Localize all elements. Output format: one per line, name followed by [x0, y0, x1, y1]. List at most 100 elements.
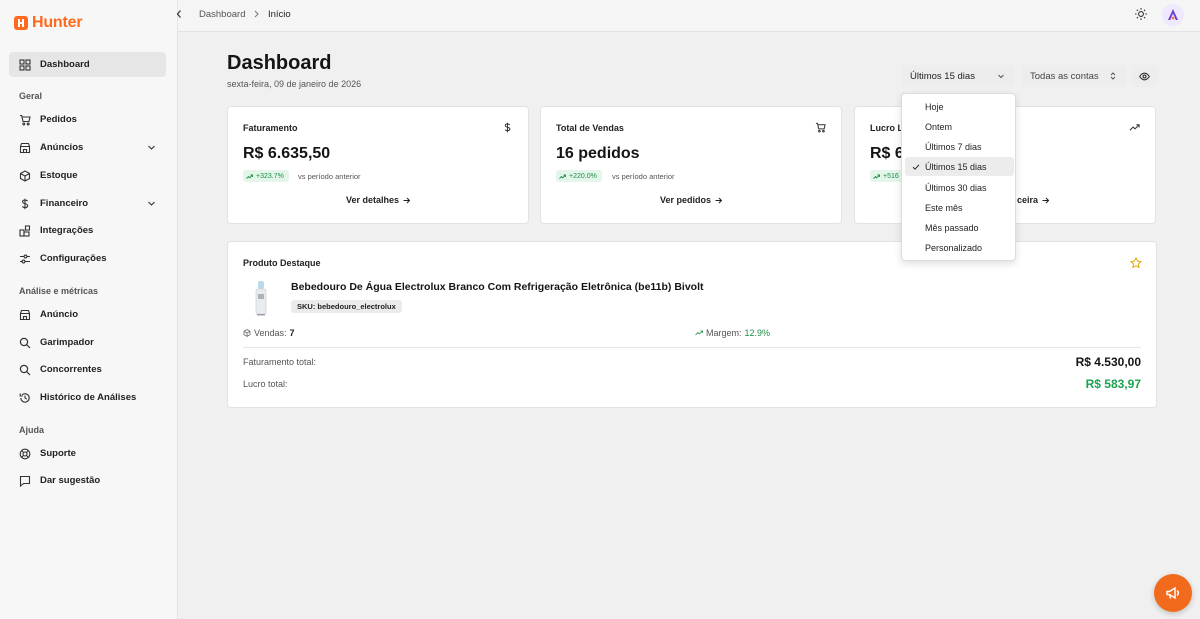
- accounts-select[interactable]: Todas as contas: [1021, 65, 1126, 87]
- search-icon: [19, 337, 31, 349]
- sidebar-item-configuracoes[interactable]: Configurações: [9, 246, 166, 271]
- profit-total-value: R$ 583,97: [1085, 377, 1141, 391]
- ver-detalhes-link[interactable]: Ver detalhes: [228, 195, 528, 205]
- margin-label: Margem:: [706, 328, 742, 338]
- sidebar-item-label: Dar sugestão: [40, 475, 101, 486]
- sidebar-item-anuncios[interactable]: Anúncios: [9, 135, 166, 160]
- brand-name: Hunter: [32, 14, 83, 31]
- option-hoje[interactable]: Hoje: [905, 97, 1014, 116]
- option-este-mes[interactable]: Este mês: [905, 198, 1014, 217]
- star-icon[interactable]: [1130, 257, 1142, 269]
- period-select[interactable]: Últimos 15 dias: [901, 65, 1014, 87]
- chevron-down-icon[interactable]: [147, 143, 156, 152]
- section-geral: Geral: [19, 91, 43, 101]
- sidebar-item-financeiro[interactable]: Financeiro: [9, 191, 166, 216]
- arrow-right-icon: [1042, 197, 1050, 204]
- featured-product-label: Produto Destaque: [243, 258, 321, 268]
- sidebar-item-pedidos[interactable]: Pedidos: [9, 107, 166, 132]
- breadcrumb-inicio: Início: [268, 9, 291, 20]
- sidebar-item-garimpador[interactable]: Garimpador: [9, 330, 166, 355]
- eye-icon: [1139, 72, 1150, 80]
- topbar: [178, 0, 1200, 32]
- ver-financeiro-link[interactable]: ceira: [1017, 195, 1050, 205]
- cart-icon: [815, 122, 826, 133]
- sidebar-item-dar-sugestao[interactable]: Dar sugestão: [9, 468, 166, 493]
- product-margin: Margem: 12.9%: [695, 328, 770, 338]
- sidebar-item-label: Anúncios: [40, 142, 84, 153]
- sidebar-item-suporte[interactable]: Suporte: [9, 441, 166, 466]
- trending-up-icon: [695, 330, 703, 336]
- period-dropdown: Hoje Ontem Últimos 7 dias Últimos 15 dia…: [901, 93, 1016, 261]
- grid-icon: [19, 58, 31, 71]
- chevron-left-icon[interactable]: [175, 9, 183, 19]
- sidebar-item-dashboard[interactable]: Dashboard: [9, 52, 166, 77]
- vs-text: vs período anterior: [612, 172, 675, 181]
- sidebar-item-anuncio[interactable]: Anúncio: [9, 302, 166, 327]
- toggle-visibility-button[interactable]: [1132, 65, 1157, 87]
- check-icon: [912, 164, 920, 170]
- product-name[interactable]: Bebedouro De Água Electrolux Branco Com …: [291, 281, 704, 293]
- cart-icon: [19, 114, 31, 126]
- revenue-total-value: R$ 4.530,00: [1075, 355, 1141, 369]
- sales-label: Vendas:: [254, 328, 287, 338]
- dollar-icon: [19, 198, 31, 210]
- sku-badge: SKU: bebedouro_electrolux: [291, 300, 402, 313]
- change-badge: +516: [870, 170, 904, 182]
- accounts-select-value: Todas as contas: [1030, 70, 1099, 82]
- announcements-button[interactable]: [1154, 574, 1192, 612]
- change-value: +220.0%: [569, 172, 597, 180]
- page-date: sexta-feira, 09 de janeiro de 2026: [227, 79, 362, 89]
- search-icon: [19, 364, 31, 376]
- revenue-card: Faturamento R$ 6.635,50 +323.7% vs perío…: [227, 106, 529, 224]
- option-ultimos-7-dias[interactable]: Últimos 7 dias: [905, 137, 1014, 156]
- sidebar-item-label: Configurações: [40, 253, 107, 264]
- change-value: +323.7%: [256, 172, 284, 180]
- sidebar-item-integracoes[interactable]: Integrações: [9, 218, 166, 243]
- option-ultimos-30-dias[interactable]: Últimos 30 dias: [905, 178, 1014, 197]
- sidebar-item-label: Suporte: [40, 448, 76, 459]
- link-label: Ver detalhes: [345, 195, 400, 205]
- sidebar: Hunter Dashboard Geral Pedidos Anúncios …: [0, 0, 178, 619]
- chevron-right-icon: [254, 10, 259, 18]
- chevrons-up-down-icon: [1110, 72, 1116, 80]
- arrow-right-icon: [403, 197, 411, 204]
- link-label: ceira: [1017, 195, 1039, 205]
- store-icon: [19, 142, 31, 154]
- puzzle-icon: [19, 224, 31, 237]
- vs-text: vs período anterior: [298, 172, 361, 181]
- section-ajuda: Ajuda: [19, 425, 45, 435]
- chevron-down-icon[interactable]: [147, 199, 156, 208]
- option-ontem[interactable]: Ontem: [905, 117, 1014, 136]
- option-personalizado[interactable]: Personalizado: [905, 238, 1014, 257]
- sliders-icon: [19, 253, 31, 265]
- sidebar-item-label: Garimpador: [40, 337, 94, 348]
- ver-pedidos-link[interactable]: Ver pedidos: [541, 195, 841, 205]
- change-value: +516: [883, 172, 899, 180]
- arrow-right-icon: [715, 197, 723, 204]
- dollar-icon: [504, 122, 511, 133]
- sidebar-item-historico[interactable]: Histórico de Análises: [9, 385, 166, 410]
- option-mes-passado[interactable]: Mês passado: [905, 218, 1014, 237]
- box-icon: [19, 169, 31, 182]
- featured-product-card: Produto Destaque Bebedouro De Água Elect…: [227, 241, 1157, 408]
- option-ultimos-15-dias[interactable]: Últimos 15 dias: [905, 157, 1014, 176]
- breadcrumb-dashboard[interactable]: Dashboard: [199, 9, 245, 20]
- lifebuoy-icon: [19, 448, 31, 460]
- card-value: R$ 6: [870, 145, 904, 162]
- product-sales: Vendas: 7: [243, 328, 295, 338]
- sidebar-item-estoque[interactable]: Estoque: [9, 163, 166, 188]
- package-icon: [243, 329, 251, 337]
- sidebar-item-concorrentes[interactable]: Concorrentes: [9, 357, 166, 382]
- margin-value: 12.9%: [744, 328, 771, 338]
- sidebar-item-label: Financeiro: [40, 198, 89, 209]
- message-icon: [19, 475, 31, 487]
- brand-logo[interactable]: Hunter: [14, 14, 83, 32]
- megaphone-icon: [1166, 586, 1179, 600]
- period-select-value: Últimos 15 dias: [910, 70, 975, 82]
- user-avatar[interactable]: [1162, 4, 1184, 26]
- card-label: Lucro L: [870, 123, 903, 133]
- sun-icon[interactable]: [1134, 7, 1148, 21]
- product-image: [255, 281, 267, 316]
- trending-up-icon: [559, 174, 566, 179]
- trending-up-icon: [1129, 124, 1140, 131]
